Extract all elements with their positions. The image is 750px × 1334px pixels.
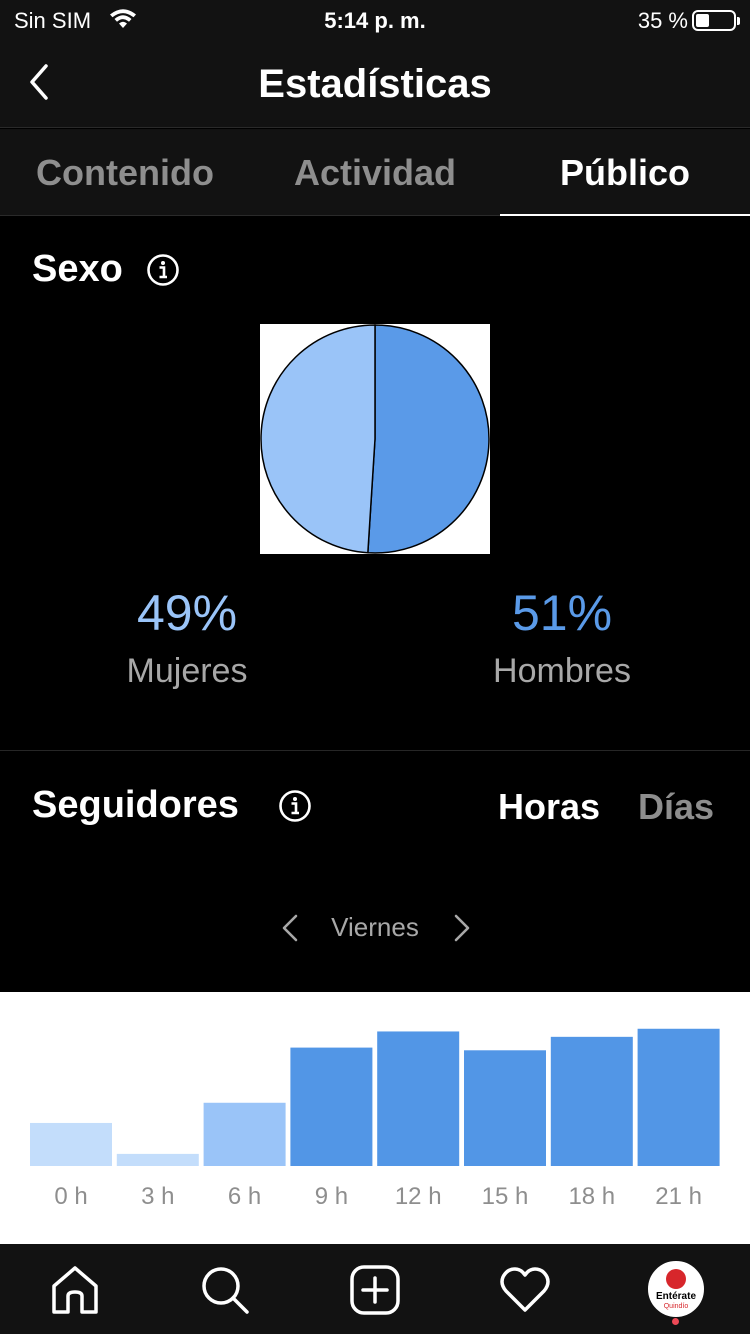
bar-label-5: 15 h xyxy=(482,1183,529,1210)
battery-percent: 35 % xyxy=(637,8,688,33)
pie-slice-mujeres xyxy=(260,324,376,554)
day-label: Viernes xyxy=(331,912,419,942)
tab-contenido[interactable]: Contenido xyxy=(0,129,250,216)
bottom-tab-bar xyxy=(0,1244,750,1334)
men-label: Hombres xyxy=(493,652,631,690)
women-percent: 49% xyxy=(136,585,238,641)
nav-bar: Estadísticas xyxy=(0,40,750,128)
toggle-days[interactable]: Días xyxy=(638,786,714,828)
notification-dot xyxy=(672,1318,679,1325)
profile-logo-text: Entérate xyxy=(655,1291,696,1302)
men-percent: 51% xyxy=(511,585,613,641)
battery-icon xyxy=(692,10,740,31)
women-label: Mujeres xyxy=(126,652,248,690)
section-divider xyxy=(0,750,750,751)
bar-label-2: 6 h xyxy=(228,1183,261,1210)
gender-pie-chart xyxy=(260,324,490,554)
bar-2 xyxy=(203,1102,286,1166)
chevron-right-icon[interactable] xyxy=(448,910,476,946)
page-title: Estadísticas xyxy=(258,62,492,106)
followers-bar-chart: 0 h 3 h 6 h 9 h 12 h 15 h 18 h 21 h xyxy=(0,992,750,1244)
bar-label-3: 9 h xyxy=(315,1183,348,1210)
pie-slice-hombres xyxy=(367,324,490,554)
search-icon[interactable] xyxy=(197,1262,253,1318)
home-icon[interactable] xyxy=(47,1262,103,1318)
bar-7 xyxy=(637,1028,720,1166)
bar-5 xyxy=(464,1050,546,1166)
bar-4 xyxy=(377,1031,460,1166)
tab-bar-top: Contenido Actividad Público xyxy=(0,129,750,216)
bar-1 xyxy=(116,1153,199,1166)
bar-3 xyxy=(290,1047,373,1166)
bar-label-6: 18 h xyxy=(568,1183,615,1210)
info-icon[interactable] xyxy=(278,789,312,823)
bar-0 xyxy=(30,1122,112,1166)
heart-icon[interactable] xyxy=(497,1262,553,1318)
gender-section-title: Sexo xyxy=(32,248,123,290)
profile-logo-sub: Quindío xyxy=(663,1303,689,1310)
status-bar: Sin SIM 5:14 p. m. 35 % xyxy=(0,0,750,40)
profile-logo-mark xyxy=(666,1269,686,1289)
add-post-icon[interactable] xyxy=(347,1262,403,1318)
toggle-hours[interactable]: Horas xyxy=(498,786,600,828)
info-icon[interactable] xyxy=(146,253,180,287)
bar-label-1: 3 h xyxy=(141,1183,174,1210)
profile-avatar[interactable]: Entérate Quindío xyxy=(648,1261,704,1317)
bar-label-4: 12 h xyxy=(395,1183,442,1210)
tab-actividad[interactable]: Actividad xyxy=(250,129,500,216)
bar-label-0: 0 h xyxy=(54,1183,87,1210)
bar-6 xyxy=(550,1036,633,1166)
tab-publico[interactable]: Público xyxy=(500,129,750,216)
followers-section-title: Seguidores xyxy=(32,784,239,826)
day-navigator: Viernes xyxy=(0,906,750,950)
bar-label-7: 21 h xyxy=(655,1183,702,1210)
